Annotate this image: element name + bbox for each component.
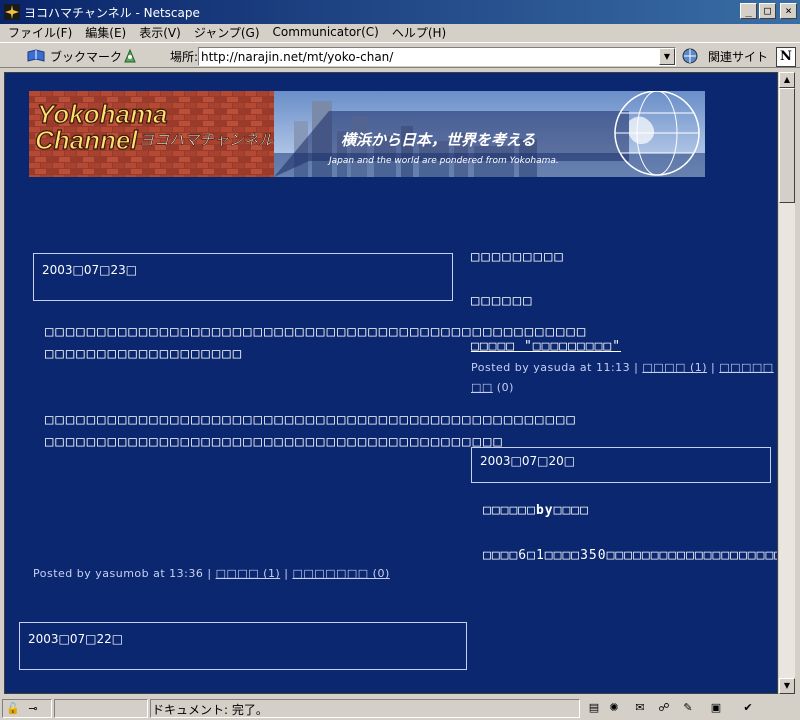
- entry-posted-meta: Posted by yasumob at 13:36 | □□□□ (1) | …: [33, 567, 390, 580]
- progress-cell: [54, 699, 148, 718]
- status-bar: 🔓 ⊸ ドキュメント: 完了。 ▤ ✺ ✉ ☍ ✎ ▣ ✔: [0, 697, 800, 720]
- entry-date-header: 2003□07□23□: [33, 253, 453, 301]
- entry-date-header-2: 2003□07□22□: [19, 622, 467, 670]
- notes-icon[interactable]: ▤: [586, 700, 602, 716]
- scroll-up-icon[interactable]: ▲: [779, 72, 795, 88]
- url-text[interactable]: http://narajin.net/mt/yoko-chan/: [201, 50, 393, 64]
- recent-meta-separator: |: [707, 361, 720, 374]
- recent-trackback-link-2[interactable]: □□: [471, 381, 493, 394]
- comments-link[interactable]: □□□□ (1): [216, 567, 281, 580]
- menu-file[interactable]: ファイル(F): [8, 24, 72, 41]
- related-sites-button[interactable]: 関連サイト: [708, 48, 768, 65]
- print-icon[interactable]: ▣: [708, 700, 724, 716]
- banner-tagline-en: Japan and the world are pondered from Yo…: [327, 156, 559, 166]
- menu-communicator[interactable]: Communicator(C): [273, 25, 379, 39]
- location-label: 場所:: [170, 50, 199, 64]
- location-toolbar: ブックマーク 場所: http://narajin.net/mt/yoko-ch…: [0, 42, 800, 68]
- entry-paragraph-2: □□□□□□□□□□□□□□□□□□□□□□□□□□□□□□□□□□□□□□□□…: [45, 412, 577, 450]
- page-content: Yokohama Channel ヨコハマチャンネル 横浜から日本，世界を考える…: [4, 72, 778, 694]
- entry-paragraph-1: □□□□□□□□□□□□□□□□□□□□□□□□□□□□□□□□□□□□□□□□…: [45, 324, 588, 362]
- close-button[interactable]: ×: [780, 3, 797, 19]
- meta-separator: |: [280, 567, 293, 580]
- banner-title-line2: Channel: [35, 125, 138, 155]
- recent-entry-link[interactable]: □□□□□ "□□□□□□□□□": [471, 339, 621, 354]
- menu-help[interactable]: ヘルプ(H): [392, 24, 446, 41]
- mail-icon[interactable]: ✉: [632, 700, 648, 716]
- sidebar-entry-text: □□□□6□1□□□□350□□□□□□□□□□□□□□□□□□□□□□□□□□…: [483, 548, 777, 563]
- banner-title-jp: ヨコハマチャンネル: [139, 131, 275, 149]
- recent-entry-meta-line2: □□ (0): [471, 381, 514, 394]
- menu-go[interactable]: ジャンプ(G): [194, 24, 260, 41]
- security-cell: 🔓 ⊸: [2, 699, 52, 718]
- minimize-button[interactable]: _: [740, 3, 757, 19]
- scroll-down-icon[interactable]: ▼: [779, 678, 795, 694]
- connection-icon[interactable]: ⊸: [25, 701, 41, 717]
- bookmarks-button[interactable]: ブックマーク: [50, 48, 122, 65]
- url-input[interactable]: http://narajin.net/mt/yoko-chan/ ▼: [198, 47, 676, 66]
- sidebar-date-header: 2003□07□20□: [471, 447, 771, 483]
- window-title-bar[interactable]: ヨコハマチャンネル - Netscape _ □ ×: [0, 0, 800, 24]
- status-text: ドキュメント: 完了。: [152, 703, 268, 717]
- maximize-button[interactable]: □: [759, 3, 776, 19]
- related-sites-icon[interactable]: [681, 47, 699, 65]
- trackback-link[interactable]: □□□□□□□ (0): [292, 567, 389, 580]
- recent-trackback-count: (0): [492, 381, 514, 394]
- netscape-app-icon[interactable]: [4, 4, 20, 20]
- newsgroup-icon[interactable]: ☍: [656, 700, 672, 716]
- page-proxy-icon[interactable]: [122, 48, 138, 64]
- scroll-thumb[interactable]: [779, 88, 795, 203]
- sidebar-heading-1: □□□□□□□□□: [471, 249, 565, 265]
- url-dropdown-icon[interactable]: ▼: [659, 48, 675, 65]
- netscape-logo-icon[interactable]: N: [776, 47, 796, 67]
- composer-icon[interactable]: ✎: [680, 700, 696, 716]
- posted-by-text: Posted by yasumob at 13:36 |: [33, 567, 216, 580]
- sidebar-heading-2: □□□□□□: [471, 293, 534, 309]
- vertical-scrollbar[interactable]: ▲ ▼: [778, 72, 795, 694]
- sidebar-entry-title: □□□□□□by□□□□: [483, 503, 589, 518]
- recent-entry-meta: Posted by yasuda at 11:13 | □□□□ (1) | □…: [471, 361, 774, 374]
- check-icon[interactable]: ✔: [740, 700, 756, 716]
- navigator-icon[interactable]: ✺: [606, 700, 622, 716]
- site-banner[interactable]: Yokohama Channel ヨコハマチャンネル 横浜から日本，世界を考える…: [29, 91, 705, 177]
- menu-bar: ファイル(F) 編集(E) 表示(V) ジャンプ(G) Communicator…: [0, 22, 800, 42]
- recent-trackback-link[interactable]: □□□□□: [719, 361, 773, 374]
- recent-posted-by: Posted by yasuda at 11:13 |: [471, 361, 643, 374]
- window-title: ヨコハマチャンネル - Netscape: [24, 6, 200, 20]
- bookmark-icon[interactable]: [26, 48, 46, 64]
- menu-view[interactable]: 表示(V): [139, 24, 181, 41]
- lock-icon[interactable]: 🔓: [5, 701, 21, 717]
- recent-comments-link[interactable]: □□□□ (1): [642, 361, 707, 374]
- banner-tagline-jp: 横浜から日本，世界を考える: [341, 131, 536, 149]
- menu-edit[interactable]: 編集(E): [85, 24, 126, 41]
